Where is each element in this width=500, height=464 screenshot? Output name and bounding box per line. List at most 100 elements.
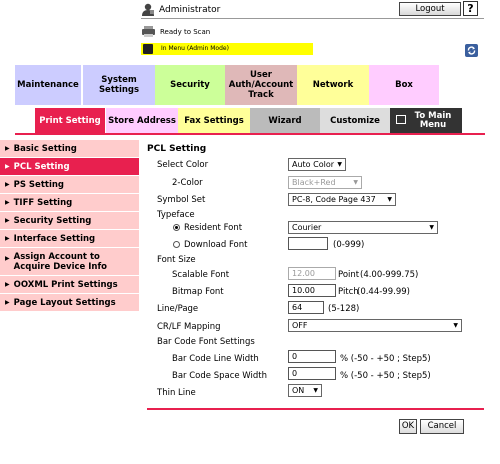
resident-font-dropdown[interactable]: Courier ▼ (288, 221, 438, 234)
sidebar-item-label: Security Setting (13, 215, 92, 226)
download-font-range: (0-999) (333, 240, 365, 250)
triangle-right-icon: ▶ (5, 255, 10, 262)
symbol-set-dropdown[interactable]: PC-8, Code Page 437 ▼ (288, 193, 396, 206)
triangle-right-icon: ▶ (5, 199, 10, 206)
sidebar-item-label: Assign Account to Acquire Device Info (13, 252, 107, 272)
two-color-value: Black+Red (292, 178, 336, 187)
main-menu-icon (396, 115, 406, 124)
line-page-input[interactable]: 64 (288, 301, 324, 314)
help-button[interactable]: ? (463, 1, 478, 16)
sidebar-item-tiff-setting[interactable]: ▶ TIFF Setting (0, 194, 139, 212)
header-divider (141, 18, 484, 19)
sidebar-item-ooxml-print[interactable]: ▶ OOXML Print Settings (0, 276, 139, 294)
sidebar-item-pcl-setting[interactable]: ▶ PCL Setting (0, 158, 139, 176)
user-name: Administrator (159, 5, 221, 15)
two-color-dropdown[interactable]: Black+Red ▼ (288, 176, 362, 189)
typeface-label: Typeface (157, 210, 195, 220)
sidebar-item-interface-setting[interactable]: ▶ Interface Setting (0, 230, 139, 248)
sidebar-item-ps-setting[interactable]: ▶ PS Setting (0, 176, 139, 194)
triangle-right-icon: ▶ (5, 235, 10, 242)
tab-fax-settings[interactable]: Fax Settings (178, 108, 250, 134)
refresh-icon[interactable] (465, 44, 478, 57)
bar-code-line-width-hint: % (-50 - +50 ; Step5) (340, 354, 431, 364)
bar-code-space-width-label: Bar Code Space Width (172, 371, 267, 381)
tab-security[interactable]: Security (155, 65, 225, 105)
to-main-menu-button[interactable]: To Main Menu (390, 108, 462, 134)
menu-mode-icon (143, 44, 153, 54)
crlf-mapping-label: CR/LF Mapping (157, 322, 221, 332)
sidebar-item-security-setting[interactable]: ▶ Security Setting (0, 212, 139, 230)
tab-system-settings[interactable]: System Settings (83, 65, 155, 105)
tab-store-address[interactable]: Store Address (106, 108, 178, 134)
bar-code-line-width-input[interactable]: 0 (288, 350, 336, 363)
thin-line-dropdown[interactable]: ON ▼ (288, 384, 322, 397)
triangle-right-icon: ▶ (5, 281, 10, 288)
tab-user-auth[interactable]: User Auth/Account Track (225, 65, 297, 105)
sidebar-item-label: Interface Setting (13, 233, 96, 244)
download-font-label: Download Font (184, 240, 248, 250)
line-page-range: (5-128) (328, 304, 360, 314)
scalable-font-label: Scalable Font (172, 270, 230, 280)
tab-divider (15, 133, 485, 135)
chevron-down-icon: ▼ (313, 387, 318, 394)
tab-network[interactable]: Network (297, 65, 369, 105)
sidebar-item-label: OOXML Print Settings (13, 279, 118, 290)
symbol-set-value: PC-8, Code Page 437 (292, 195, 376, 204)
chevron-down-icon: ▼ (453, 322, 458, 329)
tab-box[interactable]: Box (369, 65, 439, 105)
sidebar-item-assign-account[interactable]: ▶ Assign Account to Acquire Device Info (0, 248, 139, 276)
sidebar-item-label: PCL Setting (13, 161, 70, 172)
triangle-right-icon: ▶ (5, 145, 10, 152)
thin-line-value: ON (292, 386, 305, 395)
chevron-down-icon: ▼ (429, 224, 434, 231)
bar-code-line-width-label: Bar Code Line Width (172, 354, 259, 364)
to-main-menu-label: To Main Menu (414, 111, 452, 130)
mode-text: In Menu (Admin Mode) (161, 45, 229, 52)
scalable-font-input[interactable]: 12.00 (288, 267, 336, 280)
crlf-mapping-dropdown[interactable]: OFF ▼ (288, 319, 462, 332)
cancel-button[interactable]: Cancel (420, 419, 464, 434)
triangle-right-icon: ▶ (5, 217, 10, 224)
two-color-label: 2-Color (172, 178, 203, 188)
download-font-radio[interactable] (173, 241, 180, 248)
chevron-down-icon: ▼ (337, 161, 342, 168)
printer-icon (141, 26, 156, 37)
tab-maintenance[interactable]: Maintenance (15, 65, 81, 105)
bar-code-settings-label: Bar Code Font Settings (157, 337, 255, 347)
sidebar-item-label: Page Layout Settings (13, 297, 116, 308)
bitmap-font-unit: Pitch (338, 287, 359, 297)
tab-print-setting[interactable]: Print Setting (35, 108, 105, 134)
sidebar-item-page-layout[interactable]: ▶ Page Layout Settings (0, 294, 139, 312)
chevron-down-icon: ▼ (387, 196, 392, 203)
sidebar-item-label: Basic Setting (13, 143, 77, 154)
status-text: Ready to Scan (160, 28, 211, 36)
administrator-icon (141, 3, 155, 16)
content-bottom-divider (147, 408, 484, 410)
sidebar-item-label: PS Setting (13, 179, 64, 190)
select-color-label: Select Color (157, 160, 209, 170)
bar-code-space-width-input[interactable]: 0 (288, 367, 336, 380)
chevron-down-icon: ▼ (353, 179, 358, 186)
font-size-label: Font Size (157, 255, 196, 265)
triangle-right-icon: ▶ (5, 299, 10, 306)
scalable-font-unit: Point (338, 270, 360, 280)
tab-customize[interactable]: Customize (320, 108, 390, 134)
resident-font-label: Resident Font (184, 223, 243, 233)
resident-font-radio[interactable] (173, 224, 180, 231)
sidebar-item-basic-setting[interactable]: ▶ Basic Setting (0, 140, 139, 158)
page-title: PCL Setting (147, 144, 207, 154)
select-color-value: Auto Color (292, 160, 335, 169)
symbol-set-label: Symbol Set (157, 195, 206, 205)
ok-button[interactable]: OK (399, 419, 417, 434)
select-color-dropdown[interactable]: Auto Color ▼ (288, 158, 346, 171)
line-page-label: Line/Page (157, 304, 199, 314)
tab-wizard[interactable]: Wizard (250, 108, 320, 134)
bitmap-font-range: (0.44-99.99) (357, 287, 410, 297)
download-font-input[interactable] (288, 237, 328, 250)
triangle-right-icon: ▶ (5, 181, 10, 188)
thin-line-label: Thin Line (157, 388, 196, 398)
resident-font-value: Courier (292, 223, 322, 232)
logout-button[interactable]: Logout (399, 2, 461, 16)
bitmap-font-label: Bitmap Font (172, 287, 224, 297)
bitmap-font-input[interactable]: 10.00 (288, 284, 336, 297)
